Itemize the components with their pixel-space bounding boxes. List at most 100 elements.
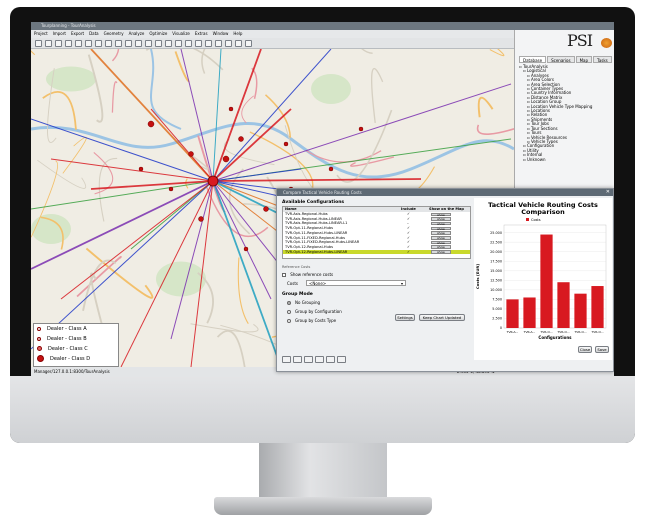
- tab-database[interactable]: Database: [519, 56, 547, 63]
- table-icon[interactable]: [326, 356, 335, 363]
- toolbar-button-icon[interactable]: [225, 40, 232, 47]
- toolbar-button-icon[interactable]: [125, 40, 132, 47]
- settings-button[interactable]: Settings: [395, 314, 415, 321]
- toolbar-button-icon[interactable]: [245, 40, 252, 47]
- toolbar-button-icon[interactable]: [205, 40, 212, 47]
- save-button[interactable]: Save: [595, 346, 609, 353]
- dealer-marker-icon: [37, 346, 42, 351]
- show-on-map-button[interactable]: show: [431, 240, 451, 244]
- menu-item-optimize[interactable]: Optimize: [149, 31, 167, 36]
- hub-marker[interactable]: [207, 175, 219, 187]
- dealer-marker[interactable]: [263, 206, 269, 212]
- dealer-marker[interactable]: [147, 120, 155, 128]
- toolbar-button-icon[interactable]: [85, 40, 92, 47]
- dealer-marker[interactable]: [138, 166, 144, 172]
- menu-item-visualize[interactable]: Visualize: [172, 31, 190, 36]
- toolbar-button-icon[interactable]: [55, 40, 62, 47]
- toolbar-button-icon[interactable]: [105, 40, 112, 47]
- toolbar-button-icon[interactable]: [65, 40, 72, 47]
- route-line[interactable]: [90, 180, 214, 190]
- toolbar-button-icon[interactable]: [165, 40, 172, 47]
- route-line[interactable]: [212, 180, 272, 300]
- checkbox-icon[interactable]: [282, 273, 286, 277]
- menu-item-extras[interactable]: Extras: [195, 31, 208, 36]
- route-line[interactable]: [170, 180, 214, 340]
- include-checkbox[interactable]: ✓: [407, 250, 410, 255]
- show-on-map-button[interactable]: show: [431, 212, 451, 216]
- toolbar-button-icon[interactable]: [135, 40, 142, 47]
- zoom-out-icon[interactable]: [293, 356, 302, 363]
- toolbar-button-icon[interactable]: [185, 40, 192, 47]
- toolbar-button-icon[interactable]: [195, 40, 202, 47]
- toolbar-button-icon[interactable]: [215, 40, 222, 47]
- pan-icon[interactable]: [304, 356, 313, 363]
- show-on-map-button[interactable]: show: [431, 221, 451, 225]
- menu-item-geometry[interactable]: Geometry: [104, 31, 124, 36]
- zoom-in-icon[interactable]: [282, 356, 291, 363]
- toolbar-button-icon[interactable]: [35, 40, 42, 47]
- toolbar-button-icon[interactable]: [235, 40, 242, 47]
- costs-select[interactable]: <None> ▾: [306, 280, 406, 286]
- show-on-map-button[interactable]: show: [431, 245, 451, 249]
- route-line[interactable]: [212, 49, 332, 182]
- radio-icon[interactable]: [287, 310, 291, 314]
- menu-item-data[interactable]: Data: [89, 31, 99, 36]
- tab-scenarios[interactable]: Scenarios: [547, 56, 575, 63]
- dealer-marker[interactable]: [328, 166, 334, 172]
- show-on-map-button[interactable]: show: [431, 217, 451, 221]
- dealer-marker[interactable]: [198, 216, 204, 222]
- dealer-marker[interactable]: [283, 141, 289, 147]
- dealer-marker[interactable]: [243, 246, 249, 252]
- radio-icon[interactable]: [287, 301, 291, 305]
- tree-item[interactable]: ▫ Unknown: [519, 157, 613, 162]
- menu-item-help[interactable]: Help: [233, 31, 242, 36]
- radio-icon[interactable]: [287, 319, 291, 323]
- tab-tasks[interactable]: Tasks: [593, 56, 612, 63]
- route-line[interactable]: [50, 158, 214, 182]
- keep-chart-updated-button[interactable]: Keep Chart Updated: [419, 314, 465, 321]
- dealer-marker[interactable]: [228, 106, 234, 112]
- toolbar-button-icon[interactable]: [45, 40, 52, 47]
- route-line[interactable]: [180, 49, 214, 182]
- menu-item-analyze[interactable]: Analyze: [129, 31, 145, 36]
- road: [371, 68, 384, 124]
- dealer-marker[interactable]: [188, 151, 194, 157]
- group-option-radio[interactable]: Group by Costs Type: [287, 318, 336, 323]
- table-row[interactable]: TVR-Opt-12-Regional-Hubs-LINEAR ✓ show: [283, 249, 470, 255]
- dealer-marker[interactable]: [168, 186, 174, 192]
- route-line[interactable]: [90, 49, 214, 182]
- reference-checkbox[interactable]: Show reference costs: [282, 272, 333, 277]
- bar: [523, 297, 536, 328]
- dealer-marker[interactable]: [222, 155, 230, 163]
- bar: [591, 286, 604, 328]
- road: [31, 50, 36, 56]
- show-on-map-button[interactable]: show: [431, 226, 451, 230]
- close-icon[interactable]: ✕: [606, 189, 610, 196]
- toolbar-button-icon[interactable]: [75, 40, 82, 47]
- toolbar-button-icon[interactable]: [95, 40, 102, 47]
- group-option-radio[interactable]: Group by Configuration: [287, 309, 342, 314]
- show-on-map-button[interactable]: show: [431, 231, 451, 235]
- toolbar-button-icon[interactable]: [155, 40, 162, 47]
- menu-item-import[interactable]: Import: [53, 31, 66, 36]
- dealer-marker[interactable]: [358, 126, 364, 132]
- menu-item-project[interactable]: Project: [34, 31, 48, 36]
- menu-item-window[interactable]: Window: [213, 31, 229, 36]
- export-icon[interactable]: [337, 356, 346, 363]
- toolbar-button-icon[interactable]: [175, 40, 182, 47]
- menu-item-export[interactable]: Export: [71, 31, 84, 36]
- route-line[interactable]: [212, 83, 512, 182]
- toolbar-button-icon[interactable]: [115, 40, 122, 47]
- filter-icon[interactable]: [315, 356, 324, 363]
- group-option-radio[interactable]: No Grouping: [287, 300, 320, 305]
- show-on-map-button[interactable]: show: [431, 250, 451, 254]
- section-label: Reference Costs: [282, 265, 311, 269]
- close-button[interactable]: Close: [578, 346, 592, 353]
- plot-area: [503, 224, 607, 329]
- route-line[interactable]: [212, 178, 422, 182]
- route-line[interactable]: [212, 168, 302, 182]
- dealer-marker[interactable]: [238, 136, 244, 142]
- tab-map[interactable]: Map: [575, 56, 593, 63]
- show-on-map-button[interactable]: show: [431, 236, 451, 240]
- toolbar-button-icon[interactable]: [145, 40, 152, 47]
